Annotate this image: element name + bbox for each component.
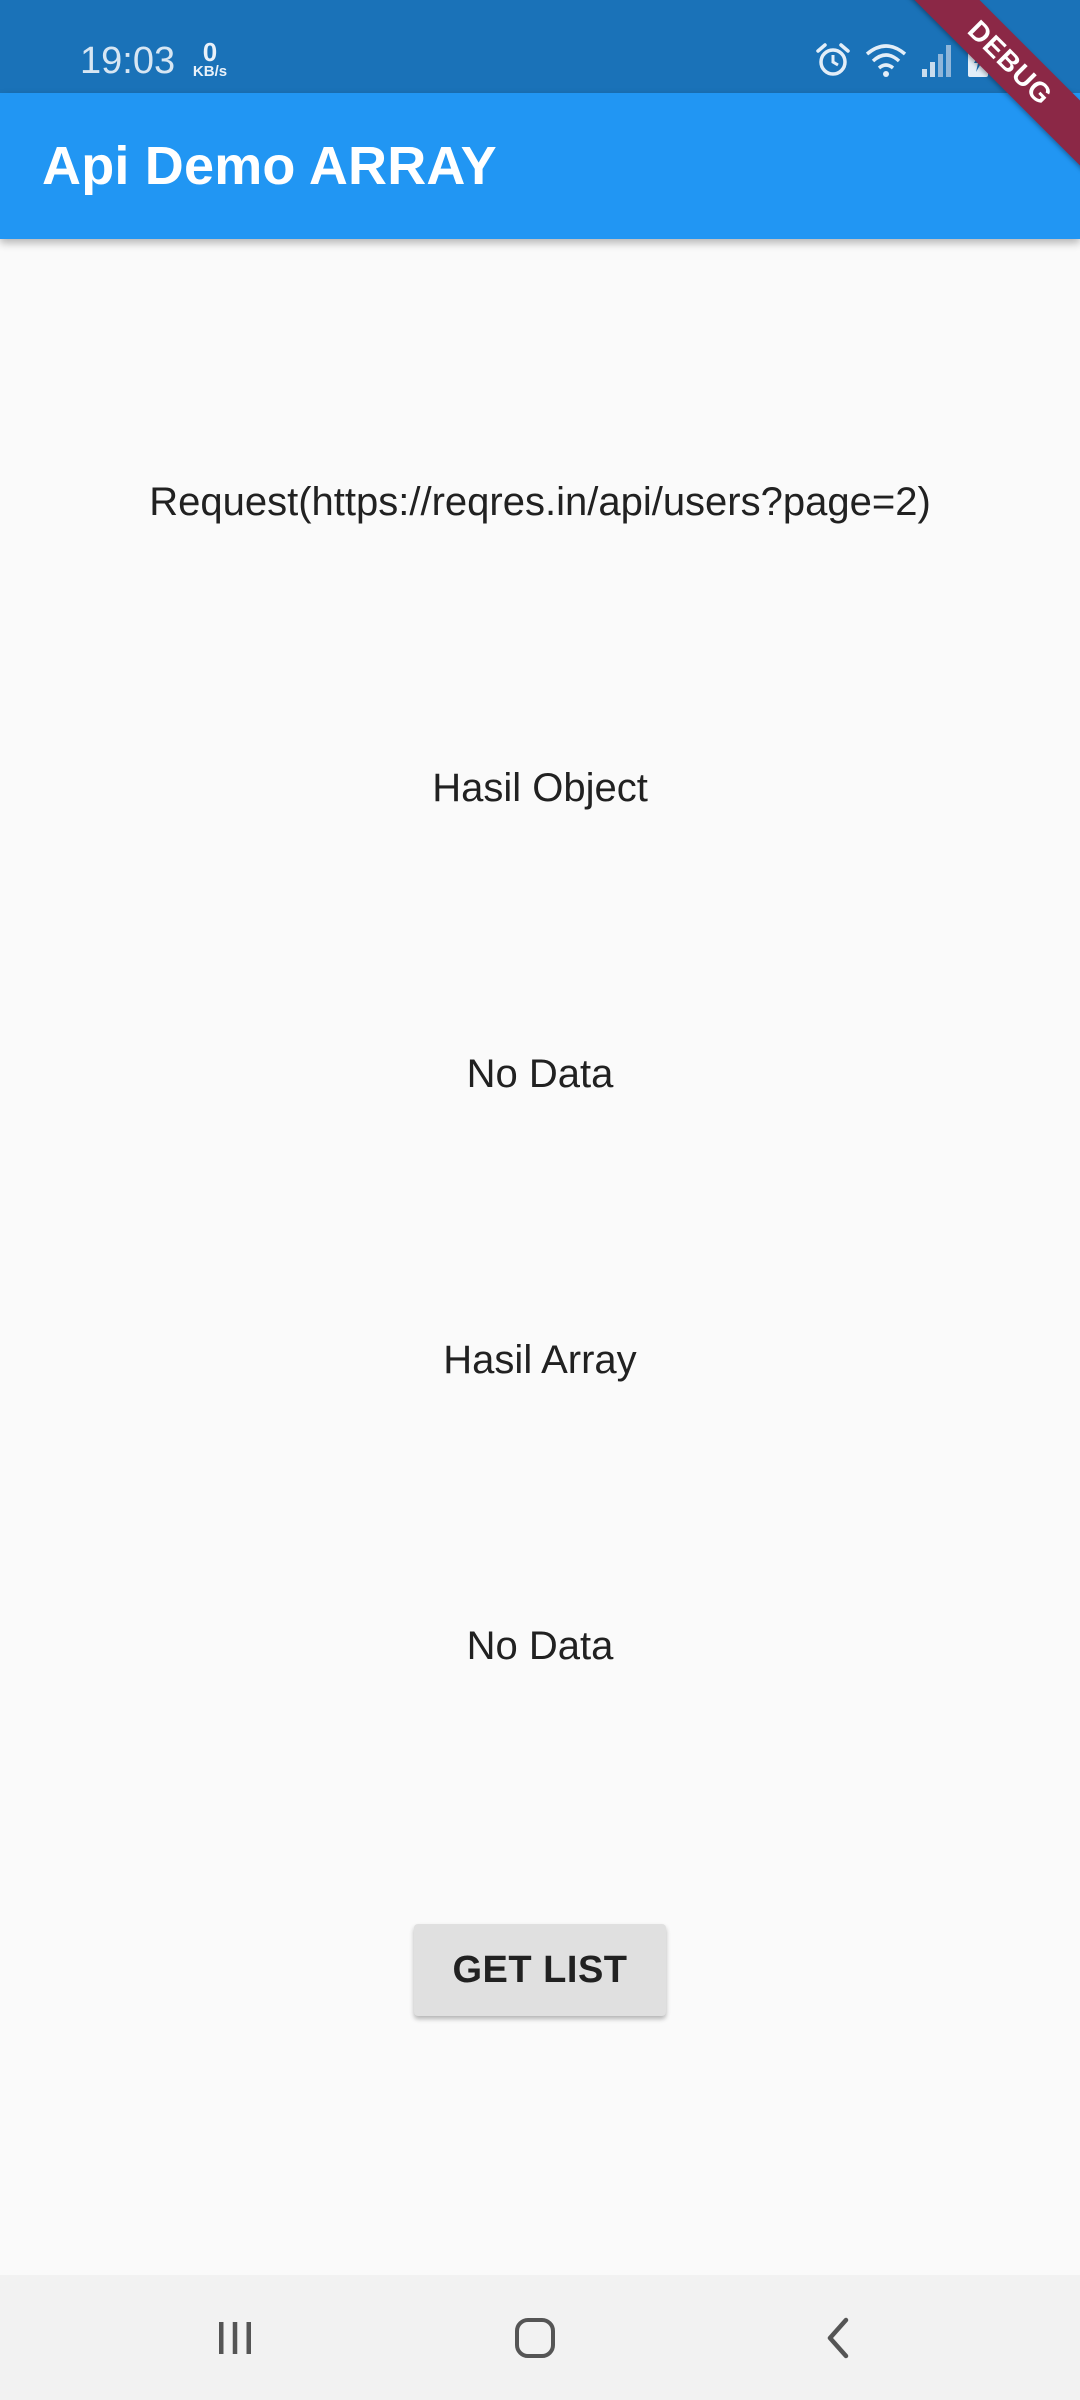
wifi-icon <box>864 41 908 79</box>
back-icon[interactable] <box>775 2275 905 2400</box>
object-value: No Data <box>466 1052 614 1096</box>
network-speed-unit: KB/s <box>192 63 228 80</box>
home-icon[interactable] <box>470 2275 600 2400</box>
status-time: 19:03 <box>80 40 176 82</box>
signal-icon <box>920 41 954 79</box>
get-list-button[interactable]: GET LIST <box>414 1924 666 2016</box>
app-title: Api Demo ARRAY <box>42 136 497 196</box>
app-bar: Api Demo ARRAY <box>0 93 1080 239</box>
recent-apps-icon[interactable] <box>170 2275 300 2400</box>
array-value: No Data <box>466 1624 614 1668</box>
navigation-bar <box>0 2275 1080 2400</box>
request-label: Request(https://reqres.in/api/users?page… <box>149 480 931 524</box>
status-bar: 19:03 0 KB/s <box>0 0 1080 93</box>
array-heading: Hasil Array <box>443 1338 637 1382</box>
object-heading: Hasil Object <box>432 766 648 810</box>
network-speed-value: 0 <box>202 37 218 67</box>
alarm-icon <box>814 41 852 79</box>
network-speed: 0 KB/s <box>188 37 232 80</box>
